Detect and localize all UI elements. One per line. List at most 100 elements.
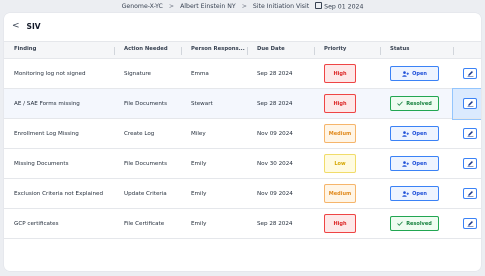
cell-person: Emma xyxy=(181,58,247,89)
column-header-due-date[interactable]: Due Date xyxy=(247,41,314,59)
pencil-icon xyxy=(467,71,473,77)
cell-status: Resolved xyxy=(380,88,453,119)
cell-priority: High xyxy=(314,208,380,239)
status-label: Resolved xyxy=(406,220,432,227)
cell-edit xyxy=(452,88,481,119)
table-header-row: Finding Action Needed Person Respons... … xyxy=(4,41,481,59)
cell-action: Create Log xyxy=(114,118,181,149)
cell-due-date: Sep 28 2024 xyxy=(247,208,314,239)
cell-status: Open xyxy=(380,148,453,179)
cell-person: Emily xyxy=(181,148,247,179)
cell-due-date: Nov 09 2024 xyxy=(247,178,314,209)
priority-badge: Low xyxy=(324,154,356,173)
column-header-status[interactable]: Status xyxy=(380,41,453,59)
cell-status: Open xyxy=(380,58,453,89)
cell-status: Open xyxy=(380,118,453,149)
cell-action: Signature xyxy=(114,58,181,89)
cell-person: Miley xyxy=(181,118,247,149)
cell-priority: High xyxy=(314,88,380,119)
status-button[interactable]: Resolved xyxy=(390,96,439,111)
priority-badge: High xyxy=(324,214,356,233)
cell-edit xyxy=(453,118,481,149)
user-plus-icon xyxy=(402,160,410,167)
cell-edit xyxy=(453,208,481,239)
breadcrumb-visit[interactable]: Site Initiation Visit xyxy=(253,3,309,10)
table-body: Monitoring log not signed Signature Emma Se… xyxy=(4,58,481,239)
cell-due-date: Nov 09 2024 xyxy=(247,118,314,149)
status-button[interactable]: Open xyxy=(390,186,439,201)
cell-edit xyxy=(453,148,481,179)
edit-button[interactable] xyxy=(463,68,477,79)
cell-person: Emily xyxy=(181,178,247,209)
breadcrumb-site[interactable]: Albert Einstein NY xyxy=(180,3,236,10)
cell-priority: Medium xyxy=(314,118,380,149)
breadcrumb-separator: > xyxy=(168,3,175,10)
page-title: SIV xyxy=(26,21,41,31)
breadcrumb-project[interactable]: Genome-X-YC xyxy=(122,3,163,10)
priority-badge: High xyxy=(324,64,356,83)
edit-button[interactable] xyxy=(463,158,477,169)
check-icon xyxy=(397,101,403,106)
status-button[interactable]: Resolved xyxy=(390,216,439,231)
column-header-action[interactable]: Action Needed xyxy=(114,41,181,59)
cell-edit xyxy=(453,58,481,89)
cell-due-date: Sep 28 2024 xyxy=(247,58,314,89)
table-row[interactable]: Exclusion Criteria not Explained Update C… xyxy=(4,178,481,209)
cell-action: File Documents xyxy=(114,88,181,119)
status-label: Open xyxy=(412,130,427,137)
edit-button[interactable] xyxy=(463,188,477,199)
cell-action: Update Criteria xyxy=(114,178,181,209)
cell-priority: High xyxy=(314,58,380,89)
card-header: < SIV xyxy=(4,13,481,39)
breadcrumb: Genome-X-YC > Albert Einstein NY > Site … xyxy=(0,0,485,13)
cell-person: Stewart xyxy=(181,88,247,119)
cell-finding: Enrollment Log Missing xyxy=(4,118,114,149)
cell-due-date: Nov 30 2024 xyxy=(247,148,314,179)
column-header-person[interactable]: Person Respons... xyxy=(181,41,247,59)
breadcrumb-date: Sep 01 2024 xyxy=(315,2,363,11)
status-button[interactable]: Open xyxy=(390,156,439,171)
column-header-finding[interactable]: Finding xyxy=(4,41,114,59)
cell-action: File Certificate xyxy=(114,208,181,239)
table-row[interactable]: Enrollment Log Missing Create Log Miley Nov… xyxy=(4,118,481,149)
column-header-priority[interactable]: Priority xyxy=(314,41,380,59)
priority-badge: Medium xyxy=(324,184,356,203)
status-label: Resolved xyxy=(406,100,432,107)
user-plus-icon xyxy=(402,130,410,137)
cell-finding: Monitoring log not signed xyxy=(4,58,114,89)
breadcrumb-date-text: Sep 01 2024 xyxy=(324,3,364,11)
status-label: Open xyxy=(412,190,427,197)
cell-priority: Medium xyxy=(314,178,380,209)
user-plus-icon xyxy=(402,190,410,197)
cell-edit xyxy=(453,178,481,209)
pencil-icon xyxy=(467,221,473,227)
edit-button[interactable] xyxy=(463,98,477,109)
cell-priority: Low xyxy=(314,148,380,179)
status-button[interactable]: Open xyxy=(390,126,439,141)
pencil-icon xyxy=(467,161,473,167)
edit-button[interactable] xyxy=(463,218,477,229)
findings-card: < SIV Finding Action Needed Person Respo… xyxy=(4,13,481,271)
user-plus-icon xyxy=(402,70,410,77)
cell-due-date: Sep 28 2024 xyxy=(247,88,314,119)
cell-finding: Missing Documents xyxy=(4,148,114,179)
priority-badge: High xyxy=(324,94,356,113)
back-button[interactable]: < xyxy=(12,21,20,31)
findings-table: Finding Action Needed Person Respons... … xyxy=(4,41,481,239)
cell-person: Emily xyxy=(181,208,247,239)
pencil-icon xyxy=(467,131,473,137)
table-row[interactable]: Monitoring log not signed Signature Emma Se… xyxy=(4,58,481,89)
pencil-icon xyxy=(467,191,473,197)
table-row[interactable]: AE / SAE Forms missing File Documents Stew… xyxy=(4,88,481,119)
column-header-actions xyxy=(453,41,481,59)
cell-finding: Exclusion Criteria not Explained xyxy=(4,178,114,209)
cell-action: File Documents xyxy=(114,148,181,179)
cell-finding: GCP certificates xyxy=(4,208,114,239)
edit-button[interactable] xyxy=(463,128,477,139)
table-row[interactable]: GCP certificates File Certificate Emily Sep… xyxy=(4,208,481,239)
status-button[interactable]: Open xyxy=(390,66,439,81)
table-row[interactable]: Missing Documents File Documents Emily Nov … xyxy=(4,148,481,179)
calendar-icon xyxy=(315,2,323,10)
breadcrumb-separator: > xyxy=(241,3,247,10)
status-label: Open xyxy=(412,160,427,167)
